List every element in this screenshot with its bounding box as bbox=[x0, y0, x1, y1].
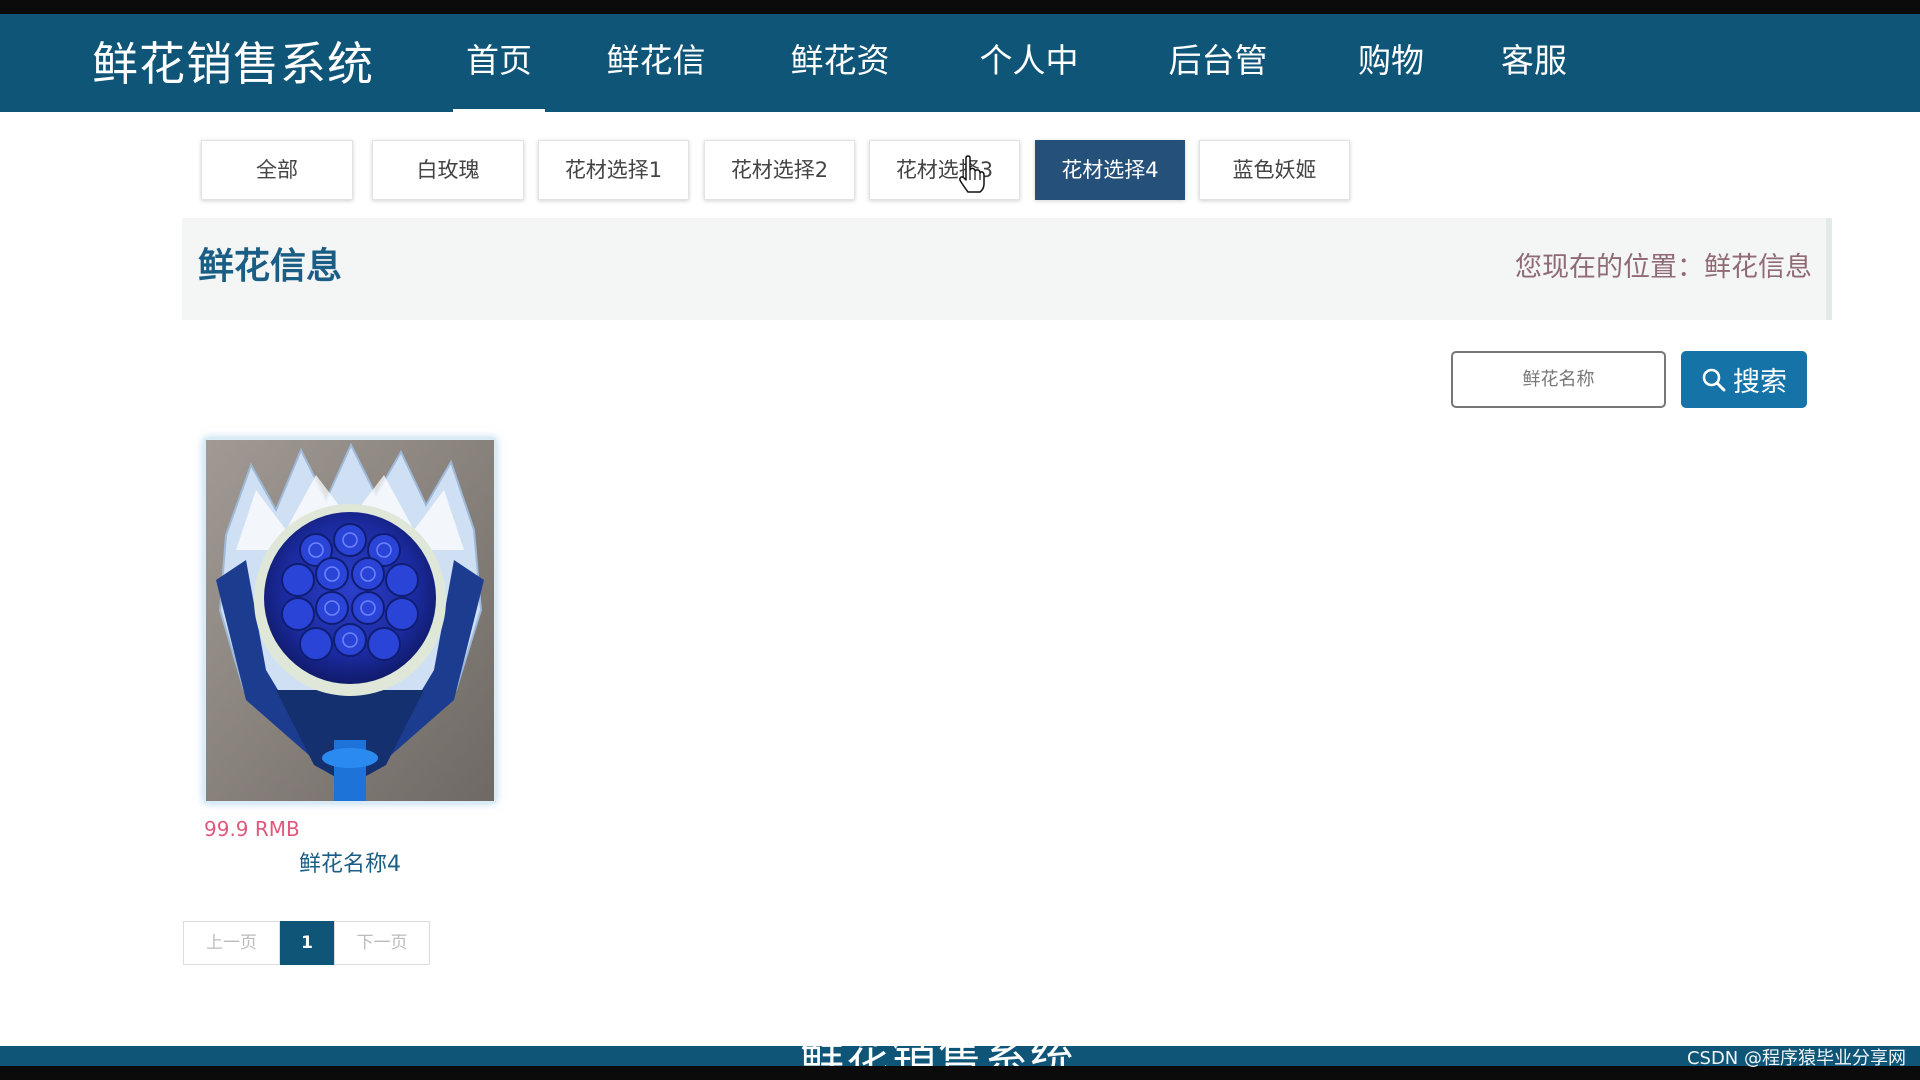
nav-customer-service[interactable]: 客服 bbox=[1501, 14, 1567, 112]
product-image-blue-rose-bouquet[interactable] bbox=[204, 438, 496, 803]
category-option-3[interactable]: 花材选择3 bbox=[869, 140, 1020, 200]
product-price: 99.9 RMB bbox=[204, 817, 300, 841]
nav-flower-info[interactable]: 鲜花信息 bbox=[592, 14, 720, 174]
category-white-rose[interactable]: 白玫瑰 bbox=[372, 140, 524, 200]
nav-cart[interactable]: 购物车 bbox=[1343, 14, 1439, 174]
site-brand[interactable]: 鲜花销售系统 bbox=[92, 34, 374, 94]
next-page-button[interactable]: 下一页 bbox=[334, 921, 430, 965]
breadcrumb: 您现在的位置：鲜花信息 bbox=[1515, 250, 1812, 286]
page-number-button[interactable]: 1 bbox=[280, 921, 334, 965]
nav-home[interactable]: 首页 bbox=[453, 14, 545, 112]
search-button-label: 搜索 bbox=[1733, 367, 1787, 398]
category-all[interactable]: 全部 bbox=[201, 140, 353, 200]
csdn-watermark: CSDN @程序猿毕业分享网 bbox=[1686, 1048, 1906, 1069]
category-option-1[interactable]: 花材选择1 bbox=[538, 140, 689, 200]
nav-flower-news[interactable]: 鲜花资讯 bbox=[776, 14, 904, 174]
category-option-4[interactable]: 花材选择4 bbox=[1035, 140, 1185, 200]
hand-cursor-icon bbox=[959, 155, 985, 193]
nav-user-center[interactable]: 个人中心 bbox=[965, 14, 1093, 174]
search-button[interactable]: 搜索 bbox=[1681, 351, 1807, 408]
flower-name-search-input[interactable] bbox=[1451, 351, 1666, 408]
video-top-bar bbox=[0, 0, 1920, 14]
video-bottom-bar bbox=[0, 1066, 1920, 1080]
prev-page-button[interactable]: 上一页 bbox=[183, 921, 280, 965]
breadcrumb-label: 您现在的位置： bbox=[1515, 252, 1704, 283]
footer-brand-text: 鲜花销售系统 bbox=[800, 1046, 1076, 1066]
site-footer: 鲜花销售系统 bbox=[0, 1046, 1920, 1066]
blue-rose-bouquet-icon bbox=[206, 440, 494, 801]
search-icon bbox=[1702, 368, 1726, 391]
site-header: 鲜花销售系统 首页 鲜花信息 鲜花资讯 个人中心 后台管理 购物车 客服 bbox=[0, 14, 1920, 174]
breadcrumb-current[interactable]: 鲜花信息 bbox=[1704, 252, 1812, 283]
category-blue-enchantress[interactable]: 蓝色妖姬 bbox=[1199, 140, 1350, 200]
page-title: 鲜花信息 bbox=[198, 246, 343, 287]
category-option-2[interactable]: 花材选择2 bbox=[704, 140, 855, 200]
nav-admin[interactable]: 后台管理 bbox=[1154, 14, 1282, 174]
product-name[interactable]: 鲜花名称4 bbox=[204, 851, 496, 879]
page-title-bar: 鲜花信息 您现在的位置：鲜花信息 bbox=[182, 218, 1832, 320]
